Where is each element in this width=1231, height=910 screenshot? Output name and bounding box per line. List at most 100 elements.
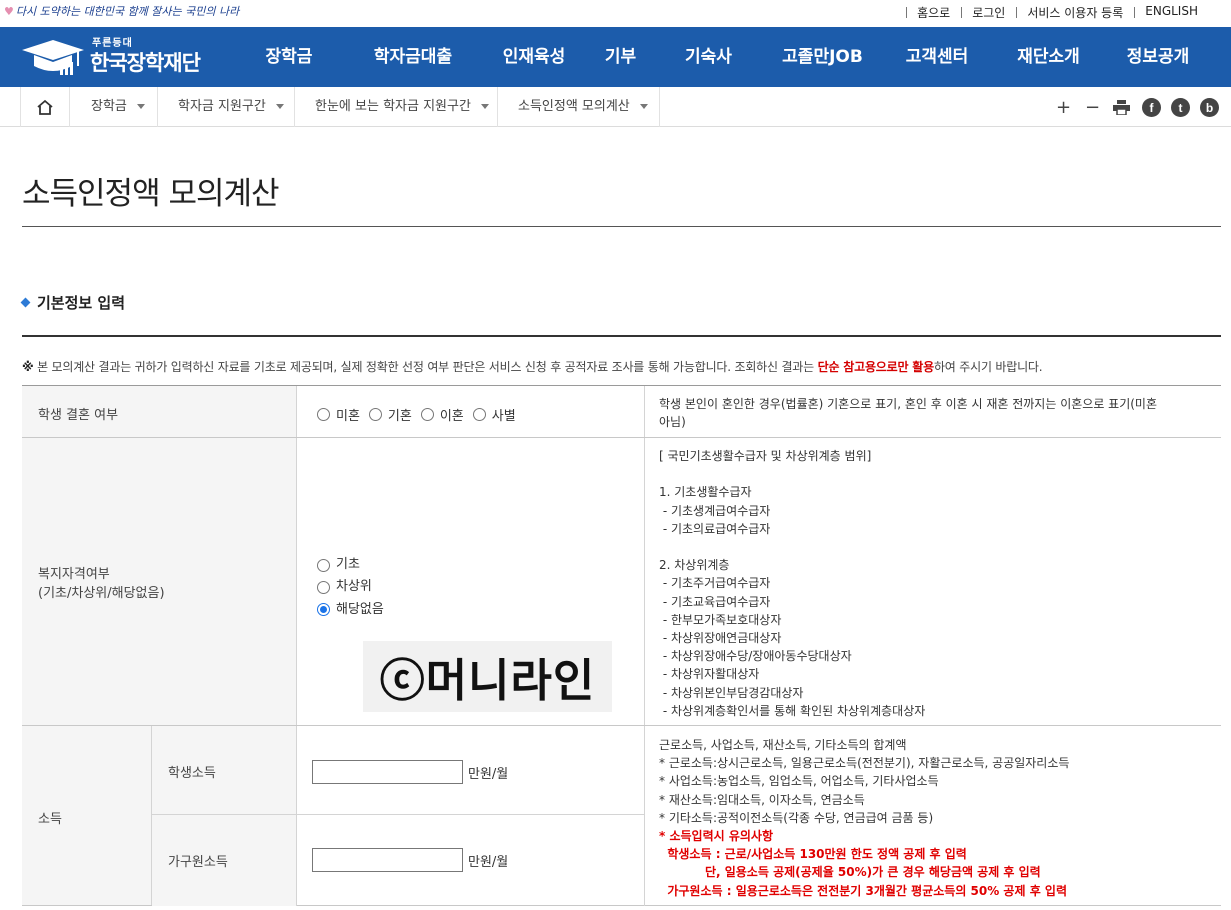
breadcrumb-support-tier[interactable]: 학자금 지원구간	[158, 87, 295, 127]
chevron-down-icon	[639, 104, 648, 109]
site-logo[interactable]: 푸른등대 한국장학재단	[22, 34, 222, 80]
notice-text: ※ 본 모의계산 결과는 귀하가 입력하신 자료를 기초로 제공되며, 실제 정…	[22, 360, 1043, 374]
welfare-desc-line: - 한부모가족보호대상자	[659, 612, 782, 627]
income-caution-line: 단, 일용소득 공제(공제율 50%)가 큰 경우 해당금액 공제 후 입력	[659, 865, 1041, 880]
radio-divorced[interactable]: 이혼	[420, 405, 464, 424]
welfare-radio-group: 기초 차상위 해당없음	[317, 556, 393, 623]
breadcrumb-scholarship[interactable]: 장학금	[71, 87, 158, 127]
income-desc-line: * 기타소득:공적이전소득(각종 수당, 연금급여 금품 등)	[659, 810, 934, 825]
main-menu: 장학금 학자금대출 인재육성 기부 기숙사 고졸만JOB 고객센터 재단소개 정…	[233, 27, 1211, 87]
income-desc-line: * 재산소득:임대소득, 이자소득, 연금소득	[659, 792, 865, 807]
income-desc-line: * 사업소득:농업소득, 임업소득, 어업소득, 기타사업소득	[659, 774, 939, 789]
welfare-desc-line	[659, 538, 1219, 556]
top-utility-bar: ♥ 다시 도약하는 대한민국 함께 잘사는 국민의 나라 홈으로 로그인 서비스 …	[0, 0, 1231, 27]
marriage-label-cell: 학생 결혼 여부	[22, 386, 297, 437]
welfare-desc-line: - 차상위자활대상자	[659, 667, 760, 682]
welfare-desc-line: - 기초교육급여수급자	[659, 594, 771, 609]
blog-icon[interactable]: b	[1200, 98, 1219, 117]
income-caution-line: * 소득입력시 유의사항	[659, 829, 773, 844]
welfare-desc-line: - 기초의료급여수급자	[659, 521, 771, 536]
english-link[interactable]: ENGLISH	[1134, 4, 1209, 21]
marriage-label: 학생 결혼 여부	[38, 408, 119, 423]
twitter-icon[interactable]: t	[1171, 98, 1190, 117]
title-divider	[22, 226, 1221, 227]
welfare-desc-line: - 차상위장애연금대상자	[659, 631, 782, 645]
menu-dormitory[interactable]: 기숙사	[654, 27, 763, 87]
student-income-label-cell: 학생소득	[152, 726, 297, 815]
page-title: 소득인정액 모의계산	[22, 176, 280, 212]
income-label: 소득	[38, 812, 62, 827]
diamond-bullet-icon	[20, 297, 31, 308]
breadcrumb: 장학금 학자금 지원구간 한눈에 보는 학자금 지원구간 소득인정액 모의계산 …	[0, 87, 1231, 127]
menu-talent[interactable]: 인재육성	[481, 27, 587, 87]
marriage-options-cell: 미혼 기혼 이혼 사별	[297, 386, 645, 437]
chevron-down-icon	[480, 104, 489, 109]
welfare-desc-line: - 기초주거급여수급자	[659, 576, 771, 591]
welfare-desc-line: - 차상위계층확인서를 통해 확인된 차상위계층대상자	[659, 703, 926, 718]
menu-scholarship[interactable]: 장학금	[233, 27, 345, 87]
zoom-out-icon[interactable]: −	[1082, 97, 1103, 118]
global-nav: 푸른등대 한국장학재단 장학금 학자금대출 인재육성 기부 기숙사 고졸만JOB…	[0, 27, 1231, 87]
income-desc-line: * 근로소득:상시근로소득, 일용근로소득(전전분기), 자활근로소득, 공공일…	[659, 756, 1070, 771]
service-register-link[interactable]: 서비스 이용자 등록	[1016, 4, 1134, 21]
slogan: ♥ 다시 도약하는 대한민국 함께 잘사는 국민의 나라	[4, 5, 240, 18]
home-button[interactable]	[20, 87, 70, 127]
home-link[interactable]: 홈으로	[906, 4, 961, 21]
family-income-label: 가구원소득	[168, 855, 228, 870]
welfare-desc-line: - 차상위장애수당/장애아동수당대상자	[659, 649, 852, 664]
income-desc: 근로소득, 사업소득, 재산소득, 기타소득의 합계액 * 근로소득:상시근로소득…	[659, 736, 1219, 910]
family-income-label-cell: 가구원소득	[152, 815, 297, 906]
student-income-label: 학생소득	[168, 766, 216, 781]
breadcrumb-tier-overview[interactable]: 한눈에 보는 학자금 지원구간	[295, 87, 498, 127]
zoom-in-icon[interactable]: +	[1053, 97, 1074, 118]
utility-links: 홈으로 로그인 서비스 이용자 등록 ENGLISH	[906, 4, 1209, 21]
radio-widowed[interactable]: 사별	[472, 405, 516, 424]
welfare-label: 복지자격여부	[38, 567, 110, 582]
welfare-sublabel: (기초/차상위/해당없음)	[38, 586, 165, 601]
student-income-input[interactable]	[312, 760, 463, 784]
menu-customer-center[interactable]: 고객센터	[882, 27, 992, 87]
radio-married[interactable]: 기혼	[368, 405, 412, 424]
income-label-cell: 소득	[22, 726, 152, 905]
welfare-desc-line: 2. 차상위계층	[659, 558, 730, 573]
radio-not-applicable[interactable]: 해당없음	[317, 601, 384, 620]
family-income-input[interactable]	[312, 848, 463, 872]
welfare-desc: [ 국민기초생활수급자 및 차상위계층 범위] 1. 기초생활수급자 - 기초생계…	[659, 447, 1219, 734]
welfare-desc-line: - 차상위본인부담경감대상자	[659, 685, 804, 700]
logo-name: 한국장학재단	[90, 51, 201, 75]
welfare-desc-line	[659, 465, 1219, 483]
table-row-welfare: 복지자격여부 (기초/차상위/해당없음) 기초 차상위 해당없음 [ 국민기초생…	[22, 438, 1221, 726]
breadcrumb-income-calc[interactable]: 소득인정액 모의계산	[498, 87, 660, 127]
welfare-desc-line: - 기초생계급여수급자	[659, 503, 771, 518]
table-row-marriage: 학생 결혼 여부 미혼 기혼 이혼 사별 학생 본인이 혼인한 경우(법률혼) …	[22, 386, 1221, 438]
income-caution-line: 학생소득 : 근로/사업소득 130만원 한도 정액 공제 후 입력	[659, 847, 967, 862]
basic-info-table: 학생 결혼 여부 미혼 기혼 이혼 사별 학생 본인이 혼인한 경우(법률혼) …	[22, 385, 1221, 906]
chevron-down-icon	[136, 104, 145, 109]
income-caution-line: 가구원소득 : 일용근로소득은 전전분기 3개월간 평균소득의 50% 공제 후…	[659, 883, 1067, 898]
family-income-input-cell: 만원/월	[297, 815, 645, 906]
graduation-cap-icon	[22, 40, 84, 75]
login-link[interactable]: 로그인	[961, 4, 1016, 21]
income-desc-line: 근로소득, 사업소득, 재산소득, 기타소득의 합계액	[659, 738, 907, 752]
home-icon	[37, 99, 53, 115]
radio-basic[interactable]: 기초	[317, 556, 360, 575]
print-icon[interactable]	[1111, 97, 1132, 118]
student-income-input-cell: 만원/월	[297, 726, 645, 815]
radio-single[interactable]: 미혼	[317, 405, 360, 424]
table-row-income: 소득 학생소득 가구원소득 만원/월 만원/월 근로소득, 사업소득, 재산소득…	[22, 726, 1221, 906]
menu-donation[interactable]: 기부	[587, 27, 654, 87]
menu-disclosure[interactable]: 정보공개	[1105, 27, 1211, 87]
section-divider	[22, 335, 1221, 337]
facebook-icon[interactable]: f	[1142, 98, 1161, 117]
radio-near-poverty[interactable]: 차상위	[317, 578, 372, 597]
family-income-unit: 만원/월	[468, 854, 509, 870]
menu-job[interactable]: 고졸만JOB	[763, 27, 882, 87]
watermark: ⓒ머니라인	[363, 641, 612, 712]
heart-icon: ♥	[4, 5, 14, 18]
section-title: 기본정보 입력	[20, 292, 125, 313]
menu-student-loan[interactable]: 학자금대출	[345, 27, 481, 87]
marriage-radio-group: 미혼 기혼 이혼 사별	[317, 405, 525, 424]
welfare-label-cell: 복지자격여부 (기초/차상위/해당없음)	[22, 438, 297, 725]
welfare-desc-line: 1. 기초생활수급자	[659, 485, 752, 500]
menu-about[interactable]: 재단소개	[992, 27, 1105, 87]
